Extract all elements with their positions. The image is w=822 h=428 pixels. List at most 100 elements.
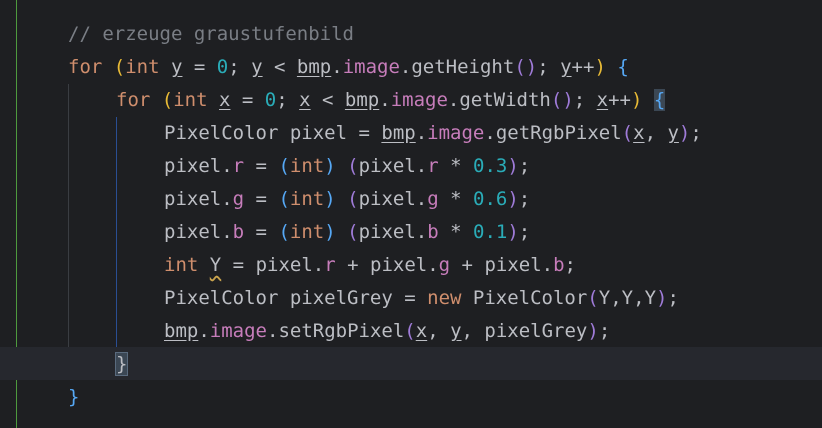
var-x: x	[219, 89, 231, 111]
code-line-6[interactable]: pixel.g = (int) (pixel.g * 0.6);	[0, 183, 822, 216]
keyword-int: int	[289, 188, 325, 210]
matched-brace-open: {	[653, 89, 666, 111]
paren: ()	[514, 56, 538, 78]
var-Y: Y	[598, 287, 611, 309]
paren: )	[631, 89, 643, 111]
var-y: y	[450, 320, 462, 342]
var-pixelGrey: pixelGrey	[484, 320, 588, 342]
var-Y-warning: Y	[209, 254, 222, 276]
number: 0	[264, 89, 277, 111]
var-pixel: pixel	[370, 254, 428, 276]
keyword-for: for	[68, 56, 103, 78]
number: 0.1	[473, 221, 508, 243]
var-y: y	[171, 56, 183, 78]
var-pixel: pixel	[255, 254, 313, 276]
var-bmp: bmp	[164, 320, 199, 342]
paren: (	[347, 155, 359, 177]
code-line-5[interactable]: pixel.r = (int) (pixel.r * 0.3);	[0, 150, 822, 183]
var-bmp: bmp	[344, 89, 380, 111]
var-pixel: pixel	[164, 188, 222, 210]
code-line-9[interactable]: PixelColor pixelGrey = new PixelColor(Y,…	[0, 282, 822, 315]
paren: (	[113, 56, 126, 78]
code-editor[interactable]: // erzeuge graustufenbild for (int y = 0…	[0, 18, 822, 414]
var-pixel: pixel	[358, 221, 416, 243]
var-pixel: pixel	[484, 254, 542, 276]
paren: (	[278, 155, 290, 177]
paren: )	[594, 56, 606, 78]
brace: {	[617, 56, 629, 78]
var-pixelGrey: pixelGrey	[289, 287, 393, 309]
var-x: x	[596, 89, 609, 111]
number: 0.3	[473, 155, 508, 177]
var-y: y	[667, 122, 679, 144]
paren: (	[347, 188, 359, 210]
field-r: r	[324, 254, 336, 276]
method-getRgbPixel: getRgbPixel	[495, 122, 622, 144]
field-b: b	[232, 221, 245, 243]
number: 0.6	[473, 188, 508, 210]
var-Y: Y	[644, 287, 657, 309]
code-line-12[interactable]: }	[0, 381, 822, 414]
paren: )	[507, 221, 519, 243]
keyword-for: for	[116, 89, 151, 111]
field-image: image	[209, 320, 267, 342]
field-b: b	[427, 221, 439, 243]
code-line-11[interactable]: }	[0, 348, 822, 381]
paren: )	[324, 188, 336, 210]
type-PixelColor: PixelColor	[164, 122, 279, 144]
field-g: g	[232, 188, 245, 210]
var-pixel: pixel	[164, 221, 222, 243]
code-line-10[interactable]: bmp.image.setRgbPixel(x, y, pixelGrey);	[0, 315, 822, 348]
paren: )	[324, 155, 336, 177]
var-x: x	[299, 89, 311, 111]
keyword-new: new	[427, 287, 462, 309]
field-b: b	[553, 254, 565, 276]
closing-brace: }	[68, 386, 80, 408]
code-line-2[interactable]: for (int y = 0; y < bmp.image.getHeight(…	[0, 51, 822, 84]
code-line-1[interactable]: // erzeuge graustufenbild	[0, 18, 822, 51]
paren: (	[621, 122, 634, 144]
matched-brace-close: }	[114, 352, 129, 376]
ctor-PixelColor: PixelColor	[472, 287, 588, 309]
paren: ()	[550, 89, 574, 111]
var-x: x	[415, 320, 428, 342]
code-line-7[interactable]: pixel.b = (int) (pixel.b * 0.1);	[0, 216, 822, 249]
code-line-4[interactable]: PixelColor pixel = bmp.image.getRgbPixel…	[0, 117, 822, 150]
method-getHeight: getHeight	[411, 56, 515, 78]
var-pixel: pixel	[358, 188, 416, 210]
field-image: image	[342, 56, 400, 78]
var-y: y	[251, 56, 263, 78]
paren: )	[507, 188, 519, 210]
var-y: y	[560, 56, 572, 78]
var-pixel: pixel	[358, 155, 416, 177]
number: 0	[216, 56, 229, 78]
paren: (	[161, 89, 174, 111]
type-PixelColor: PixelColor	[164, 287, 279, 309]
paren: (	[404, 320, 416, 342]
var-pixel: pixel	[289, 122, 348, 144]
keyword-int: int	[289, 221, 325, 243]
var-Y: Y	[621, 287, 634, 309]
keyword-int: int	[125, 56, 160, 78]
paren: )	[507, 155, 519, 177]
var-x: x	[633, 122, 645, 144]
keyword-int: int	[164, 254, 199, 276]
field-r: r	[427, 155, 439, 177]
paren: (	[278, 188, 290, 210]
paren: )	[324, 221, 336, 243]
paren: )	[587, 320, 599, 342]
method-getWidth: getWidth	[459, 89, 551, 111]
field-r: r	[232, 155, 245, 177]
keyword-int: int	[289, 155, 325, 177]
var-bmp: bmp	[296, 56, 332, 78]
paren: (	[278, 221, 290, 243]
field-image: image	[427, 122, 485, 144]
code-line-3[interactable]: for (int x = 0; x < bmp.image.getWidth()…	[0, 84, 822, 117]
paren: (	[347, 221, 359, 243]
field-g: g	[427, 188, 439, 210]
keyword-int: int	[173, 89, 208, 111]
code-line-8[interactable]: int Y = pixel.r + pixel.g + pixel.b;	[0, 249, 822, 282]
var-pixel: pixel	[164, 155, 222, 177]
var-bmp: bmp	[381, 122, 416, 144]
paren: )	[678, 122, 691, 144]
